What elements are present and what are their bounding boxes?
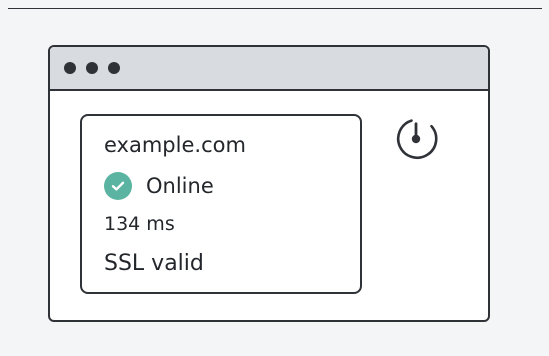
status-row: Online	[104, 171, 214, 201]
site-status-card: example.com Online 134 ms SSL valid	[80, 114, 362, 294]
ssl-status-label: SSL valid	[104, 251, 204, 276]
window-dot-icon[interactable]	[64, 62, 76, 74]
response-time-label: 134 ms	[104, 213, 175, 235]
status-label: Online	[146, 174, 214, 198]
top-divider	[8, 8, 542, 9]
browser-window: example.com Online 134 ms SSL valid	[48, 45, 490, 322]
window-dot-icon[interactable]	[86, 62, 98, 74]
window-titlebar	[50, 47, 488, 91]
domain-label: example.com	[104, 133, 246, 157]
window-dot-icon[interactable]	[108, 62, 120, 74]
stopwatch-icon[interactable]	[390, 113, 442, 165]
check-circle-icon	[104, 172, 132, 200]
